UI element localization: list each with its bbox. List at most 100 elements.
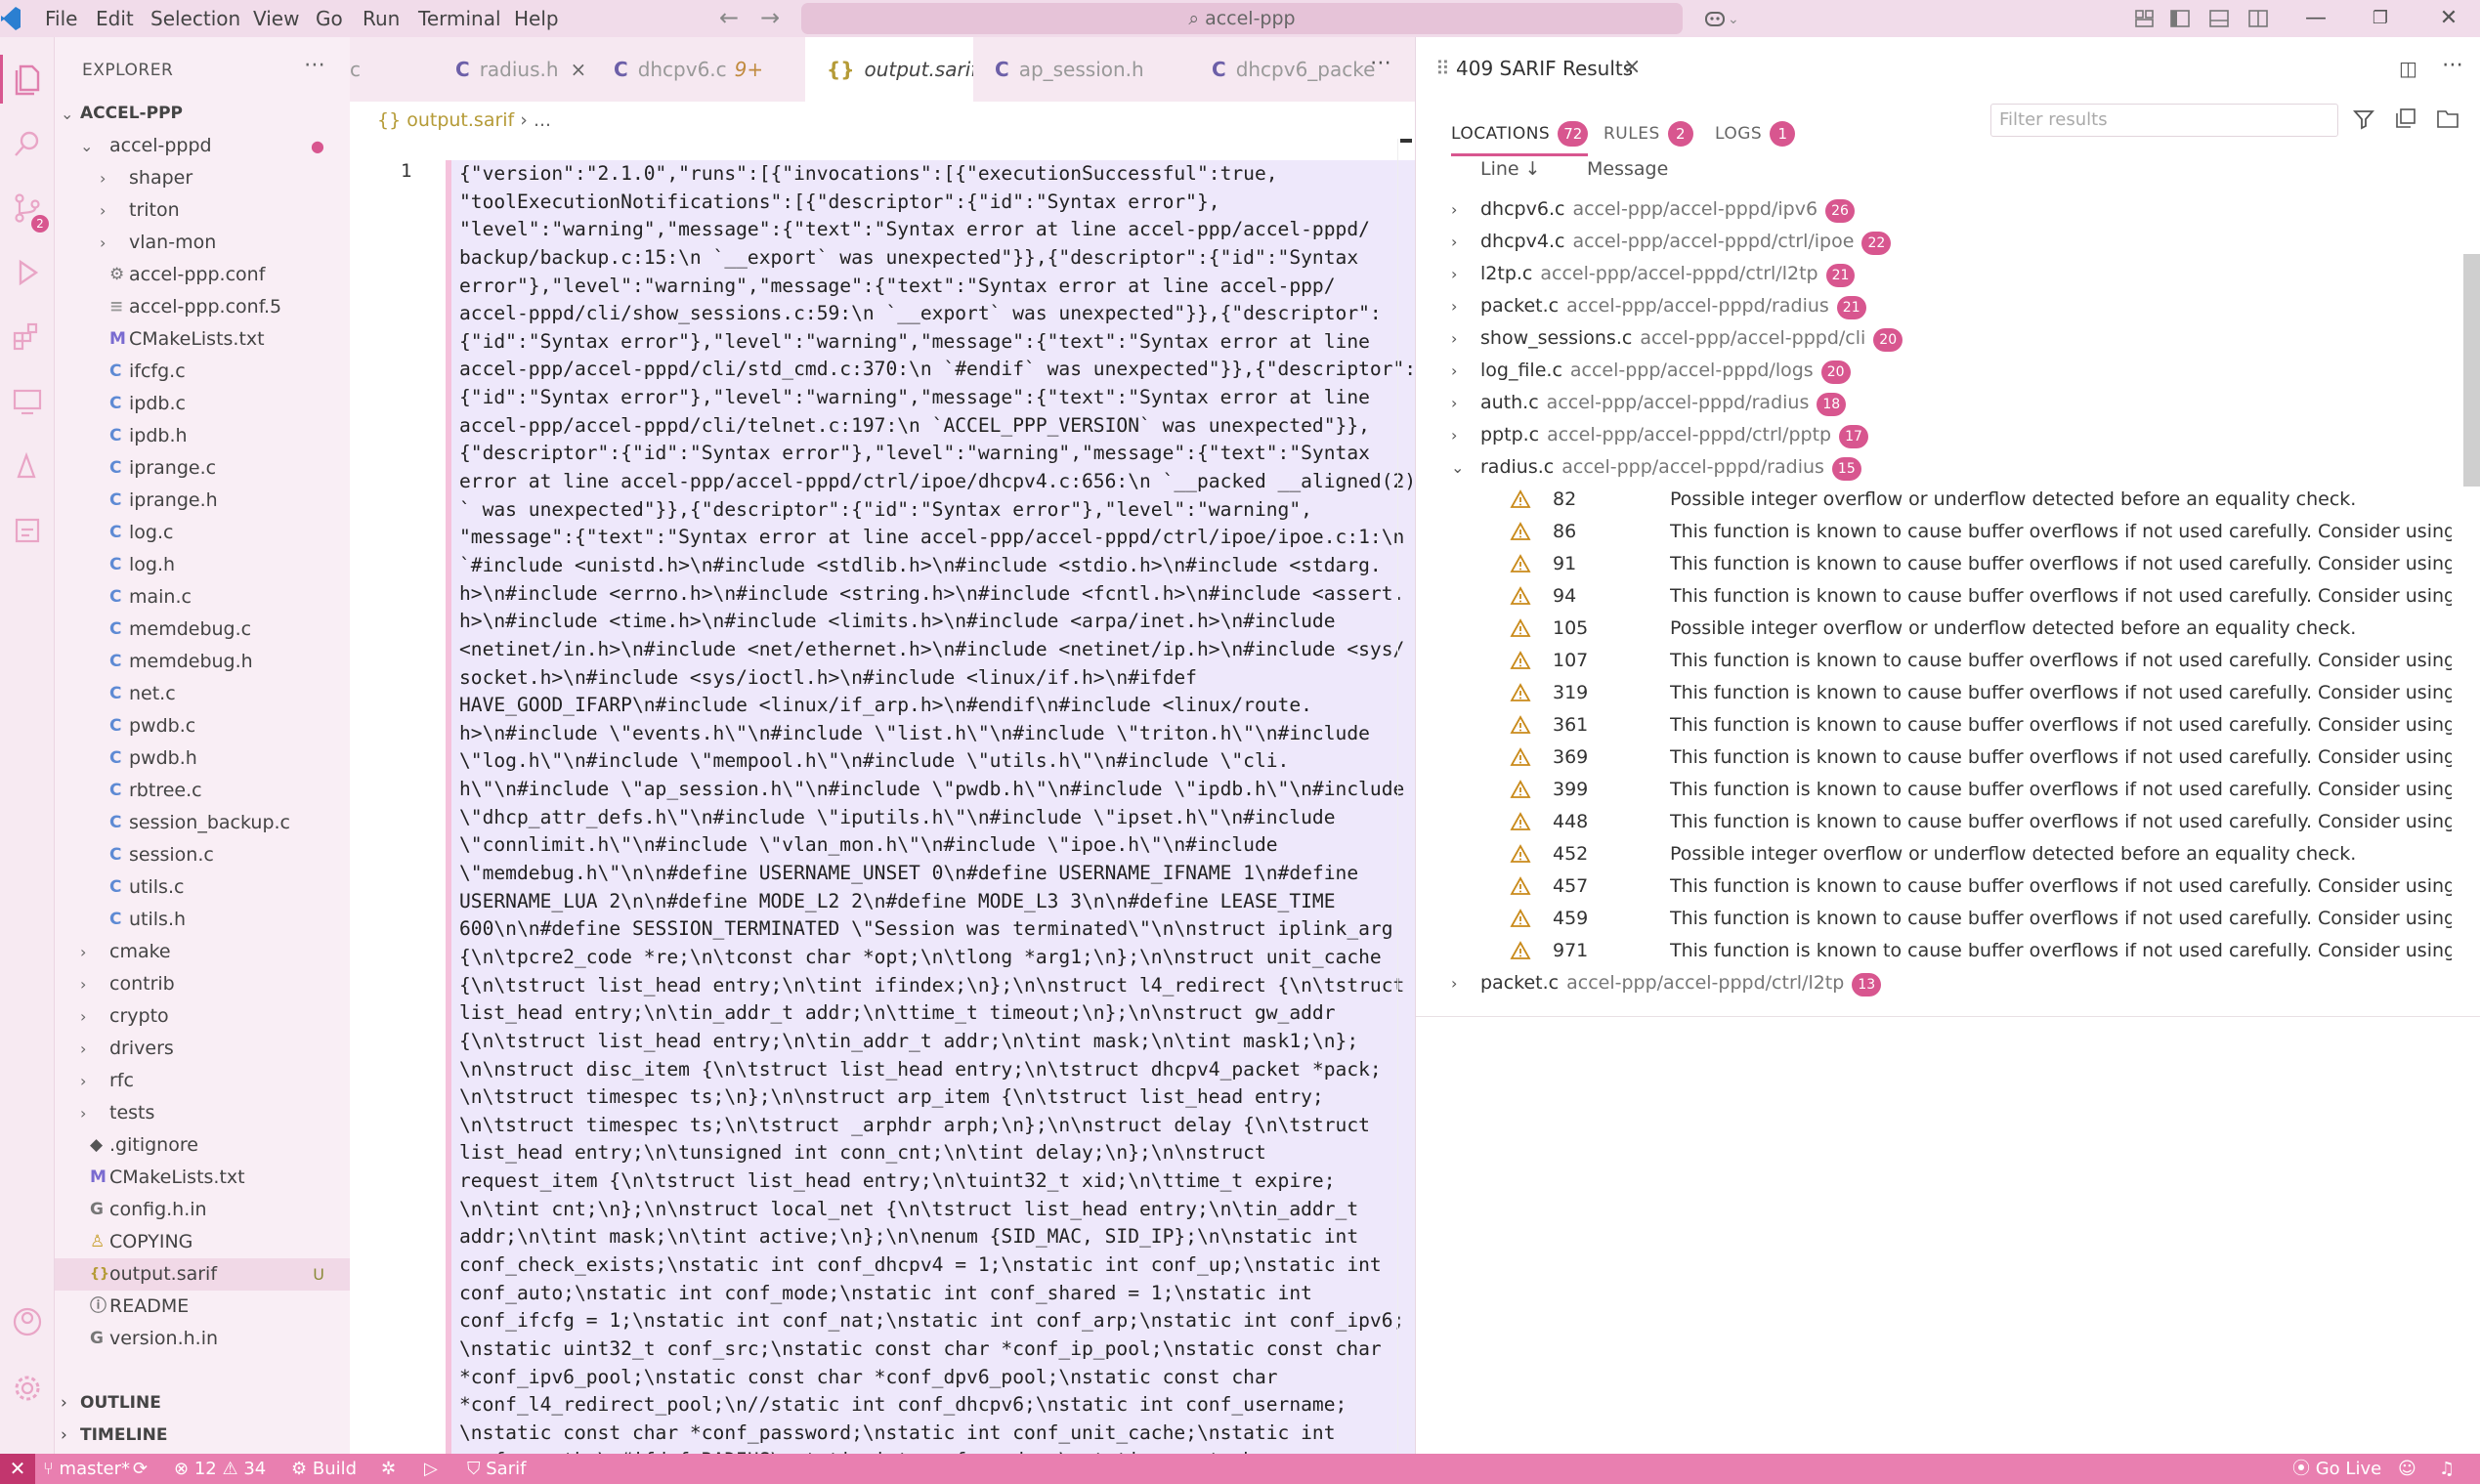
sarif-result-row[interactable]: 971 This function is known to cause buffe… <box>1416 935 2452 967</box>
tab-more-icon[interactable]: ⋯ <box>1370 51 1391 75</box>
file-item[interactable]: Cutils.c <box>55 871 350 904</box>
tab-rules[interactable]: RULES 2 <box>1603 117 1693 156</box>
remote-explorer-icon[interactable] <box>0 377 55 426</box>
testing-icon[interactable] <box>0 442 55 490</box>
folder-item[interactable]: › crypto <box>55 1000 350 1033</box>
toggle-panel-icon[interactable] <box>2208 8 2230 29</box>
menu-run[interactable]: Run <box>363 0 400 37</box>
folder-item[interactable]: › drivers <box>55 1033 350 1065</box>
code-text[interactable]: {"version":"2.1.0","runs":[{"invocations… <box>446 160 1415 1454</box>
explorer-icon[interactable] <box>0 55 55 104</box>
file-item[interactable]: Gconfig.h.in <box>55 1194 350 1226</box>
toggle-secondary-sidebar-icon[interactable] <box>2247 8 2269 29</box>
file-item[interactable]: Cnet.c <box>55 678 350 710</box>
explorer-root[interactable]: ⌄ ACCEL-PPP <box>55 98 350 130</box>
sarif-file-group[interactable]: ⌄ radius.c accel-ppp/accel-pppd/radius 15 <box>1416 451 2452 484</box>
menu-edit[interactable]: Edit <box>96 0 134 37</box>
file-item[interactable]: Crbtree.c <box>55 775 350 807</box>
extensions-icon[interactable] <box>0 313 55 361</box>
file-item[interactable]: Cmain.c <box>55 581 350 614</box>
sarif-file-group[interactable]: › log_file.c accel-ppp/accel-pppd/logs 20 <box>1416 355 2452 387</box>
folder-item[interactable]: › vlan-mon <box>55 227 350 259</box>
timeline-section[interactable]: › TIMELINE <box>55 1420 350 1452</box>
sarif-result-row[interactable]: 369 This function is known to cause buffe… <box>1416 742 2452 774</box>
copilot-icon[interactable] <box>1704 8 1726 29</box>
file-item[interactable]: ⓘ README <box>55 1291 350 1323</box>
menu-go[interactable]: Go <box>316 0 343 37</box>
tab-output-sarif[interactable]: {}output.sarifU× <box>805 37 973 102</box>
file-item[interactable]: Clog.c <box>55 517 350 549</box>
sarif-file-group[interactable]: › dhcpv4.c accel-ppp/accel-pppd/ctrl/ipoe 2… <box>1416 226 2452 258</box>
file-item[interactable]: M CMakeLists.txt <box>55 323 350 356</box>
file-item[interactable]: Gversion.h.in <box>55 1323 350 1355</box>
close-window-icon[interactable]: ✕ <box>2427 0 2470 37</box>
sarif-result-row[interactable]: 399 This function is known to cause buffe… <box>1416 774 2452 806</box>
sync-icon[interactable]: ⟳ <box>133 1454 148 1484</box>
problems-status[interactable]: ⊗ 12 ⚠ 34 <box>174 1454 266 1484</box>
tab-dhcpv6-c[interactable]: Cdhcpv6.c 9+ <box>592 37 805 102</box>
sarif-scrollbar[interactable] <box>2463 254 2480 487</box>
file-item[interactable]: M CMakeLists.txt <box>55 1162 350 1194</box>
sarif-result-row[interactable]: 448 This function is known to cause buffe… <box>1416 806 2452 838</box>
sarif-result-row[interactable]: 319 This function is known to cause buffe… <box>1416 677 2452 709</box>
build-status[interactable]: ⚙ Build <box>291 1454 357 1484</box>
customize-layout-icon[interactable] <box>2134 8 2156 29</box>
sarif-file-group[interactable]: › dhcpv6.c accel-ppp/accel-pppd/ipv6 26 <box>1416 193 2452 226</box>
folder-item[interactable]: ⌄ accel-pppd ● <box>55 130 350 162</box>
go-live-status[interactable]: ⦿ Go Live <box>2292 1454 2381 1484</box>
sarif-file-group[interactable]: › auth.c accel-ppp/accel-pppd/radius 18 <box>1416 387 2452 419</box>
minimap[interactable] <box>1397 139 1415 1454</box>
code-area[interactable]: 1 {"version":"2.1.0","runs":[{"invocatio… <box>350 139 1415 1454</box>
folder-item[interactable]: › tests <box>55 1097 350 1129</box>
sarif-result-row[interactable]: 361 This function is known to cause buffe… <box>1416 709 2452 742</box>
tab-dhcpv6-packet[interactable]: Cdhcpv6_packet <box>1190 37 1376 102</box>
sarif-file-group[interactable]: › packet.c accel-ppp/accel-pppd/ctrl/l2tp 1… <box>1416 967 2452 999</box>
file-item[interactable]: Cmemdebug.h <box>55 646 350 678</box>
sarif-status[interactable]: ⛉ Sarif <box>467 1454 526 1484</box>
manage-gear-icon[interactable] <box>0 1364 55 1413</box>
sarif-result-row[interactable]: 91 This function is known to cause buffer… <box>1416 548 2452 580</box>
file-item[interactable]: ♙ COPYING <box>55 1226 350 1258</box>
file-item[interactable]: Cmemdebug.c <box>55 614 350 646</box>
sarif-result-row[interactable]: 86 This function is known to cause buffer… <box>1416 516 2452 548</box>
folder-item[interactable]: › rfc <box>55 1065 350 1097</box>
tab-ap-session-h[interactable]: Cap_session.h <box>973 37 1190 102</box>
sarif-result-row[interactable]: 105 Possible integer overflow or underflo… <box>1416 613 2452 645</box>
folder-item[interactable]: › triton <box>55 194 350 227</box>
sarif-file-group[interactable]: › show_sessions.c accel-ppp/accel-pppd/cli… <box>1416 322 2452 355</box>
tab-radius-h[interactable]: Cradius.h × <box>434 37 592 102</box>
sarif-file-group[interactable]: › pptp.c accel-ppp/accel-pppd/ctrl/pptp 17 <box>1416 419 2452 451</box>
tab-logs[interactable]: LOGS 1 <box>1715 117 1796 156</box>
file-item[interactable]: ≡ accel-ppp.conf.5 <box>55 291 350 323</box>
file-item[interactable]: Cipdb.h <box>55 420 350 452</box>
filter-icon[interactable] <box>2352 107 2375 131</box>
breadcrumb-file[interactable]: {} output.sarif <box>377 109 514 131</box>
tab-locations[interactable]: LOCATIONS 72 <box>1451 117 1589 156</box>
sarif-result-row[interactable]: 457 This function is known to cause buffe… <box>1416 870 2452 903</box>
restore-icon[interactable]: ❐ <box>2359 0 2402 37</box>
open-log-folder-icon[interactable] <box>2436 107 2459 129</box>
explorer-more-icon[interactable]: ⋯ <box>304 53 325 77</box>
forward-arrow-icon[interactable]: → <box>760 3 780 32</box>
run-debug-icon[interactable] <box>0 248 55 297</box>
source-control-icon[interactable]: 2 <box>0 184 55 233</box>
file-item[interactable]: ◆ .gitignore <box>55 1129 350 1162</box>
minimize-icon[interactable]: — <box>2294 0 2337 37</box>
sarif-result-row[interactable]: 82 Possible integer overflow or underflow… <box>1416 484 2452 516</box>
command-center-search[interactable]: ⌕ accel-ppp <box>801 3 1683 34</box>
copilot-chevron-icon[interactable]: ⌄ <box>1728 5 1739 34</box>
file-item[interactable]: {} output.sarif U <box>55 1258 350 1291</box>
column-message[interactable]: Message <box>1587 158 1668 180</box>
file-item[interactable]: Csession_backup.c <box>55 807 350 839</box>
run-icon[interactable]: ▷ <box>424 1454 438 1484</box>
toggle-primary-sidebar-icon[interactable] <box>2169 8 2191 29</box>
sarif-result-row[interactable]: 107 This function is known to cause buffe… <box>1416 645 2452 677</box>
filter-input[interactable]: Filter results <box>1990 104 2338 137</box>
file-item[interactable]: Cpwdb.h <box>55 742 350 775</box>
outline-section[interactable]: › OUTLINE <box>55 1387 350 1420</box>
debug-icon[interactable]: ✲ <box>381 1454 396 1484</box>
file-item[interactable]: Cipdb.c <box>55 388 350 420</box>
menu-file[interactable]: File <box>45 0 77 37</box>
back-arrow-icon[interactable]: ← <box>719 3 739 32</box>
search-activity-icon[interactable] <box>0 119 55 168</box>
